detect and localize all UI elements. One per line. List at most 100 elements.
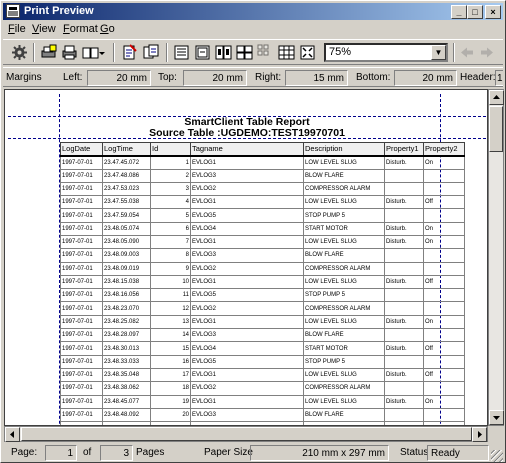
scroll-up-button[interactable] (489, 90, 504, 105)
title-bar[interactable]: Print Preview _ □ × (3, 3, 503, 20)
header-margin-label: Header: (460, 72, 496, 83)
table-cell: EVLOG1 (190, 314, 304, 330)
table-cell: COMPRESSOR ALARM (303, 301, 385, 316)
zoom-value: 75% (329, 46, 352, 58)
header-margin-field[interactable]: 1 (495, 70, 503, 86)
table-row: 1997-07-01 23.47.45.072 1 EVLOG1 LOW LEVEL S… (60, 155, 465, 170)
table-cell: EVLOG2 (190, 181, 304, 197)
preview-viewport[interactable]: SmartClient Table Report Source Table :U… (4, 89, 488, 426)
table-cell: BLOW FLARE (303, 328, 385, 343)
table-cell: 23.48.45.077 (102, 394, 151, 409)
chevron-down-icon[interactable]: ▼ (431, 45, 446, 60)
table-row: 1997-07-01 23.48.48.092 20 EVLOG3 BLOW FLARE (60, 407, 465, 423)
report-page: SmartClient Table Report Source Table :U… (8, 94, 486, 425)
print-preview-window: Print Preview _ □ × File View Format Go (0, 0, 506, 463)
four-pages-view-icon[interactable] (236, 44, 253, 61)
table-row: 1997-07-01 23.48.25.082 13 EVLOG1 LOW LEVEL … (60, 314, 465, 330)
table-cell: LOW LEVEL SLUG (303, 155, 385, 170)
print-setup-icon[interactable] (40, 44, 57, 61)
zoom-select[interactable]: 75% ▼ (324, 43, 448, 62)
table-cell: 23.48.30.013 (102, 341, 151, 356)
table-cell: 23.48.38.062 (102, 381, 151, 396)
table-cell: 23.48.05.074 (102, 221, 151, 236)
table-cell: Disturb. (384, 314, 424, 330)
table-cell: 23.47.55.038 (102, 195, 151, 210)
table-cell: 2 (150, 168, 191, 183)
back-arrow-icon[interactable] (458, 44, 475, 61)
table-cell: COMPRESSOR ALARM (303, 261, 385, 276)
table-cell: 1997-07-01 (60, 208, 103, 223)
printer-app-icon[interactable] (6, 4, 20, 18)
table-cell: STOP PUMP 5 (303, 354, 385, 369)
table-cell (384, 208, 424, 223)
table-row: 1997-07-01 23.48.15.038 10 EVLOG1 LOW LEVEL … (60, 274, 465, 290)
table-row: 1997-07-01 23.48.28.097 14 EVLOG3 BLOW FLARE (60, 328, 465, 343)
zoom-fit-view-icon[interactable] (299, 44, 316, 61)
menu-format[interactable]: Format (63, 23, 98, 35)
table-cell: STOP PUMP 5 (303, 288, 385, 303)
table-cell: BLOW FLARE (303, 407, 385, 423)
close-button[interactable]: × (485, 5, 501, 19)
table-cell: Off (423, 367, 465, 383)
top-margin-label: Top: (158, 72, 177, 83)
multi-pages-view-icon[interactable] (257, 44, 274, 61)
maximize-button[interactable]: □ (467, 5, 483, 19)
menu-go[interactable]: Go (100, 23, 115, 35)
table-cell: EVLOG3 (190, 407, 304, 423)
table-cell: LOW LEVEL SLUG (303, 234, 385, 250)
horizontal-scroll-thumb[interactable] (21, 427, 472, 441)
table-row: 1997-07-01 23.48.16.056 11 EVLOG5 STOP PUMP … (60, 288, 465, 303)
table-cell (384, 181, 424, 197)
page-width-view-icon[interactable] (194, 44, 211, 61)
table-cell: 23.47.45.072 (102, 155, 151, 170)
grid-pages-view-icon[interactable] (278, 44, 295, 61)
scroll-down-button[interactable] (489, 410, 504, 425)
bottom-margin-label: Bottom: (356, 72, 391, 83)
menu-view[interactable]: View (32, 23, 56, 35)
two-pages-view-icon[interactable] (215, 44, 232, 61)
print-icon[interactable] (61, 44, 78, 61)
page-setup-icon[interactable] (121, 44, 138, 61)
table-cell: 1997-07-01 (60, 168, 103, 183)
table-cell: LOW LEVEL SLUG (303, 195, 385, 210)
table-cell: 1997-07-01 (60, 407, 103, 423)
table-cell: 17 (150, 367, 191, 383)
table-cell: 1997-07-01 (60, 381, 103, 396)
book-dropdown-icon[interactable] (97, 44, 107, 61)
left-margin-label: Left: (63, 72, 83, 83)
table-cell (423, 354, 465, 369)
table-cell (384, 328, 424, 343)
column-header: Description (303, 142, 385, 157)
current-page-field[interactable]: 1 (45, 445, 77, 461)
toolbar-separator (166, 43, 168, 62)
right-margin-field[interactable]: 15 mm (285, 70, 348, 86)
table-cell (423, 181, 465, 197)
left-margin-field[interactable]: 20 mm (87, 70, 151, 86)
menu-file[interactable]: File (8, 23, 26, 35)
copy-pages-icon[interactable] (143, 44, 160, 61)
table-cell: 9 (150, 261, 191, 276)
single-page-view-icon[interactable] (173, 44, 190, 61)
scroll-left-button[interactable] (5, 427, 20, 442)
status-label: Status (400, 447, 429, 458)
minimize-button[interactable]: _ (451, 5, 467, 19)
resize-grip[interactable] (491, 450, 503, 462)
table-cell (384, 261, 424, 276)
table-cell (423, 168, 465, 183)
scroll-right-button[interactable] (472, 427, 487, 442)
table-cell: 23.48.05.090 (102, 234, 151, 250)
column-header: LogTime (102, 142, 151, 157)
table-cell: EVLOG2 (190, 261, 304, 276)
table-cell: Disturb. (384, 274, 424, 290)
vertical-scrollbar[interactable] (488, 89, 504, 426)
table-cell: EVLOG4 (190, 341, 304, 356)
vertical-scroll-thumb[interactable] (489, 106, 503, 152)
bottom-margin-field[interactable]: 20 mm (394, 70, 457, 86)
page-label: Page: (11, 447, 38, 458)
forward-arrow-icon[interactable] (479, 44, 496, 61)
table-cell: 1997-07-01 (60, 288, 103, 303)
horizontal-scrollbar[interactable] (4, 426, 488, 442)
top-margin-field[interactable]: 20 mm (183, 70, 247, 86)
settings-gear-icon[interactable] (11, 44, 28, 61)
table-cell: EVLOG1 (190, 155, 304, 170)
